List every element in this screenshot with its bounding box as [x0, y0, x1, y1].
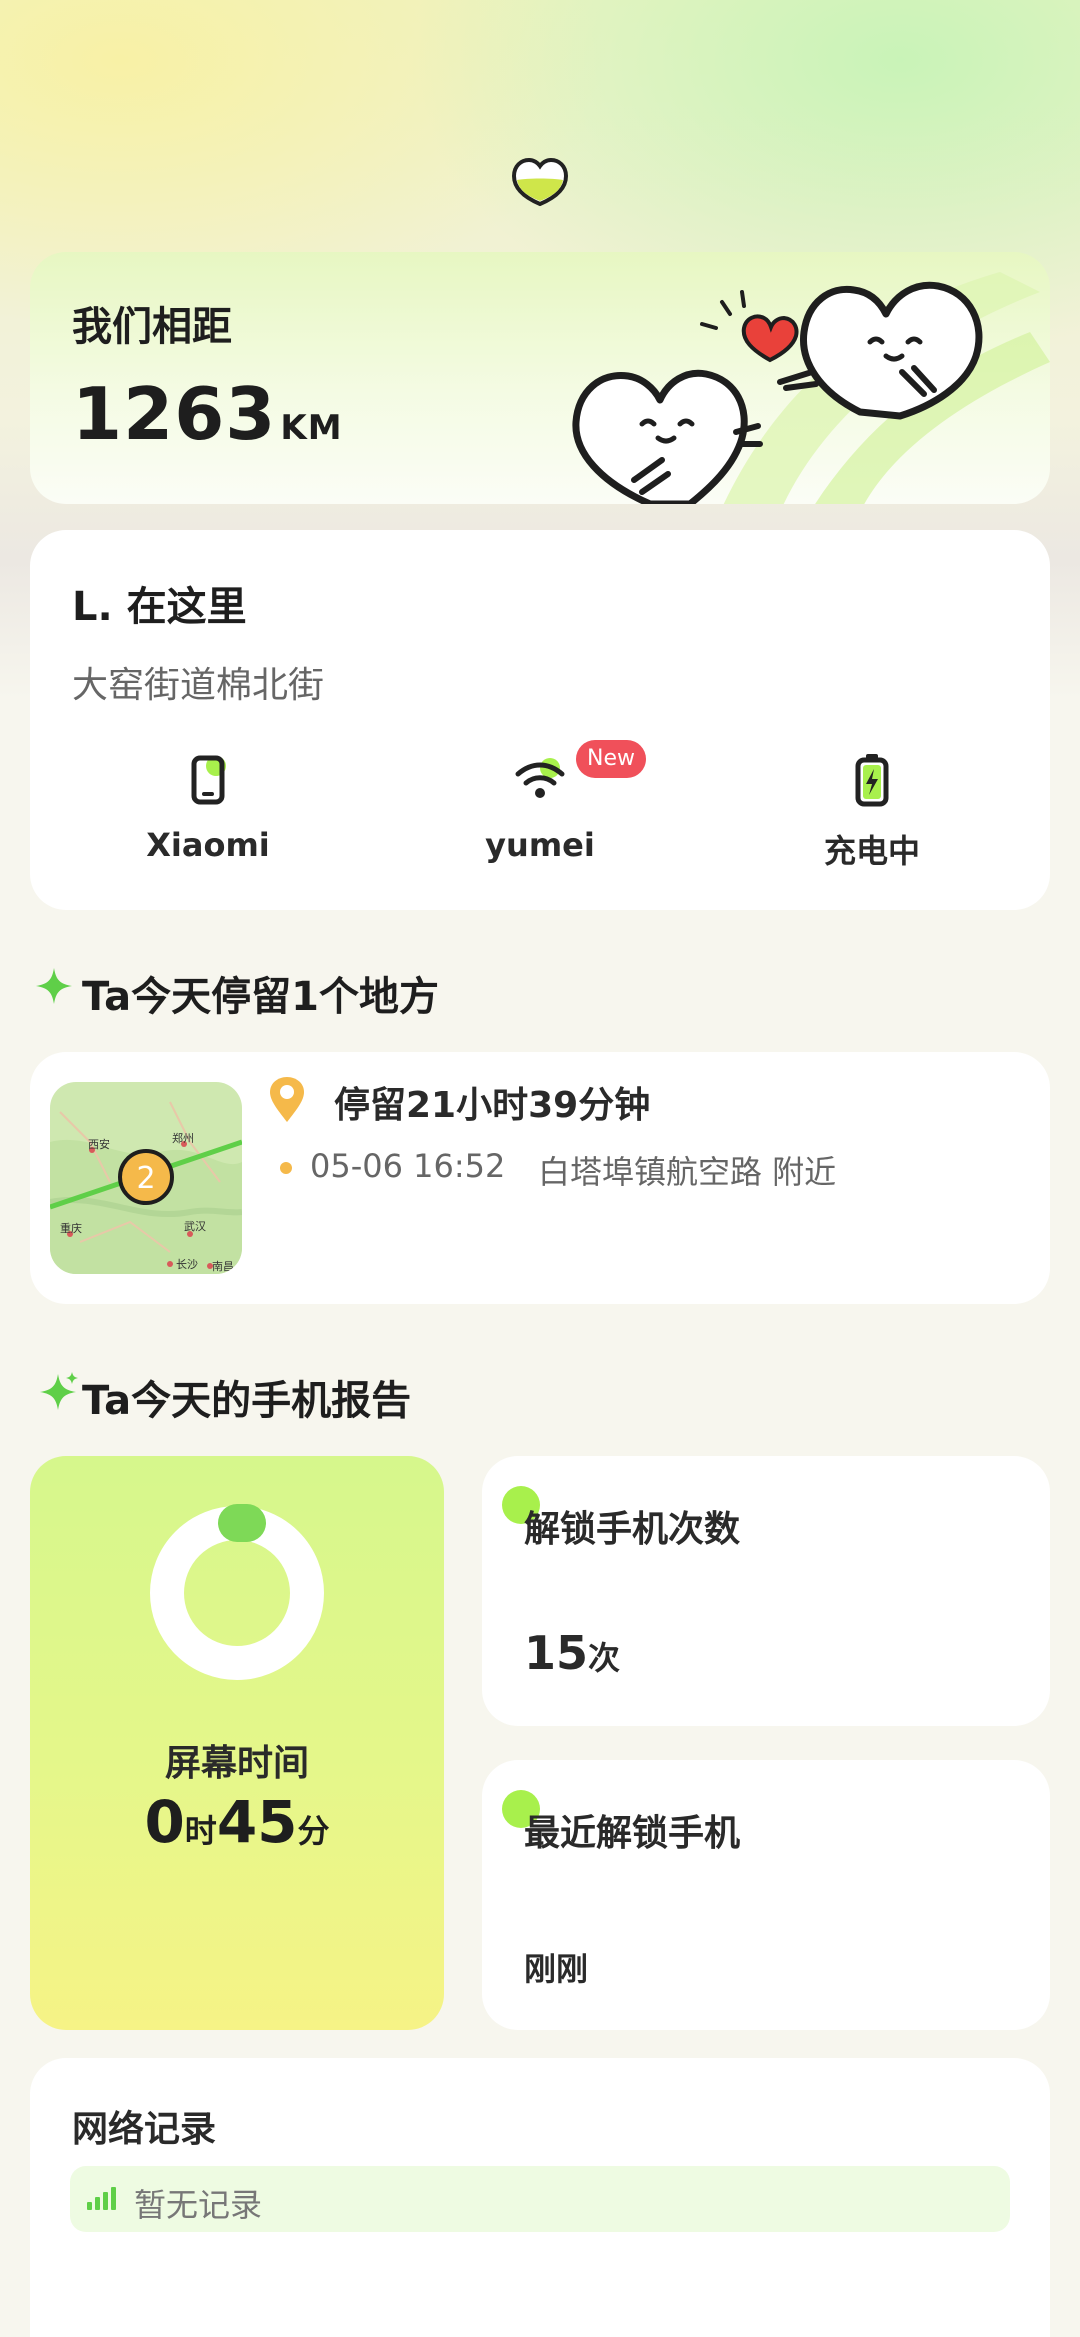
- screen-time-ring: [150, 1504, 324, 1680]
- battery-stat: 充电中: [742, 752, 1002, 872]
- network-empty-row: 暂无记录: [70, 2166, 1010, 2232]
- map-label-xian: 西安: [88, 1137, 110, 1151]
- location-pin-icon: [270, 1077, 304, 1122]
- wifi-icon: [515, 758, 565, 798]
- report-section-title: Ta今天的手机报告: [82, 1378, 412, 1424]
- unlock-count-title: 解锁手机次数: [524, 1509, 741, 1550]
- timeline-dot: [280, 1162, 292, 1174]
- distance-number: 1263: [72, 372, 277, 456]
- partner-location-title: L. 在这里: [72, 584, 247, 630]
- sparkle-icon: [40, 1372, 78, 1410]
- heart-logo-icon: [511, 157, 569, 207]
- screen-time-hours: 0: [144, 1788, 185, 1856]
- signal-bars-icon: [87, 2187, 116, 2210]
- distance-value: 1263 KM: [72, 372, 343, 456]
- map-label-wuhan: 武汉: [184, 1220, 206, 1233]
- screen-time-card[interactable]: 屏幕时间 0时45分: [30, 1456, 444, 2030]
- sparkle-icon: [36, 968, 72, 1004]
- location-card[interactable]: L. 在这里 大窑街道棉北街 Xiaomi yumei New 充电中: [30, 530, 1050, 910]
- phone-icon: [191, 755, 226, 805]
- stay-section-title: Ta今天停留1个地方: [82, 974, 439, 1020]
- distance-card[interactable]: 我们相距 1263 KM: [30, 252, 1050, 504]
- last-unlock-title: 最近解锁手机: [524, 1813, 741, 1854]
- screen-time-label: 屏幕时间: [164, 1743, 309, 1784]
- last-unlock-value: 刚刚: [524, 1950, 589, 1988]
- couple-hearts-illustration: [572, 272, 1050, 504]
- unlock-count-value: 15次: [524, 1626, 620, 1680]
- unlock-count-unit: 次: [588, 1639, 621, 1677]
- screen-time-hours-unit: 时: [184, 1812, 217, 1850]
- new-badge: New: [576, 740, 646, 778]
- map-label-nanchang: 南昌: [212, 1260, 234, 1273]
- stay-time: 05-06 16:52: [310, 1147, 506, 1185]
- stay-place: 白塔埠镇航空路 附近: [538, 1153, 837, 1191]
- partner-address: 大窑街道棉北街: [72, 665, 325, 706]
- stay-card[interactable]: 2 西安 郑州 重庆 武汉 长沙 南昌 停留21小时39分钟 05-06 16:…: [30, 1052, 1050, 1304]
- wifi-name: yumei: [485, 826, 595, 864]
- distance-title: 我们相距: [72, 304, 232, 350]
- battery-status: 充电中: [823, 832, 920, 870]
- device-stat: Xiaomi: [78, 752, 338, 864]
- screen-time-minutes: 45: [216, 1788, 298, 1856]
- map-label-zhengzhou: 郑州: [172, 1131, 194, 1145]
- stay-duration: 停留21小时39分钟: [334, 1085, 651, 1126]
- screen-time-minutes-unit: 分: [297, 1812, 330, 1850]
- device-name: Xiaomi: [146, 826, 270, 864]
- last-unlock-card[interactable]: 最近解锁手机 刚刚: [482, 1760, 1050, 2030]
- battery-charging-icon: [855, 754, 889, 807]
- unlock-count-card[interactable]: 解锁手机次数 15次: [482, 1456, 1050, 1726]
- screen-time-value: 0时45分: [30, 1788, 444, 1856]
- network-title: 网络记录: [72, 2109, 217, 2150]
- network-empty-text: 暂无记录: [134, 2186, 263, 2224]
- map-thumbnail[interactable]: 2 西安 郑州 重庆 武汉 长沙 南昌: [50, 1082, 242, 1274]
- network-record-card[interactable]: 网络记录 暂无记录: [30, 2058, 1050, 2337]
- distance-unit: KM: [280, 408, 343, 448]
- map-label-changsha: 长沙: [176, 1258, 198, 1271]
- map-count: 2: [136, 1161, 155, 1196]
- unlock-count-number: 15: [524, 1626, 589, 1680]
- map-label-chongqing: 重庆: [60, 1221, 82, 1235]
